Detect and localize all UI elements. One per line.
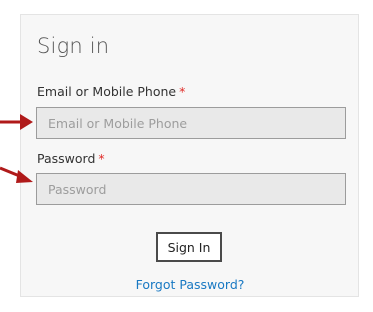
email-field[interactable] (36, 107, 346, 139)
required-marker: * (98, 151, 105, 166)
required-marker: * (179, 84, 186, 99)
forgot-password-link[interactable]: Forgot Password? (136, 277, 245, 292)
email-label: Email or Mobile Phone * (37, 84, 185, 99)
password-label: Password * (37, 151, 105, 166)
sign-in-button[interactable]: Sign In (156, 232, 222, 262)
email-label-text: Email or Mobile Phone (37, 84, 177, 99)
forgot-password-container: Forgot Password? (0, 274, 373, 293)
password-label-text: Password (37, 151, 96, 166)
arrow-icon (0, 114, 33, 130)
sign-in-page: Sign in Email or Mobile Phone* Password*… (0, 0, 373, 312)
arrow-icon (0, 166, 33, 183)
page-title: Sign in (37, 34, 110, 58)
password-field[interactable] (36, 173, 346, 205)
